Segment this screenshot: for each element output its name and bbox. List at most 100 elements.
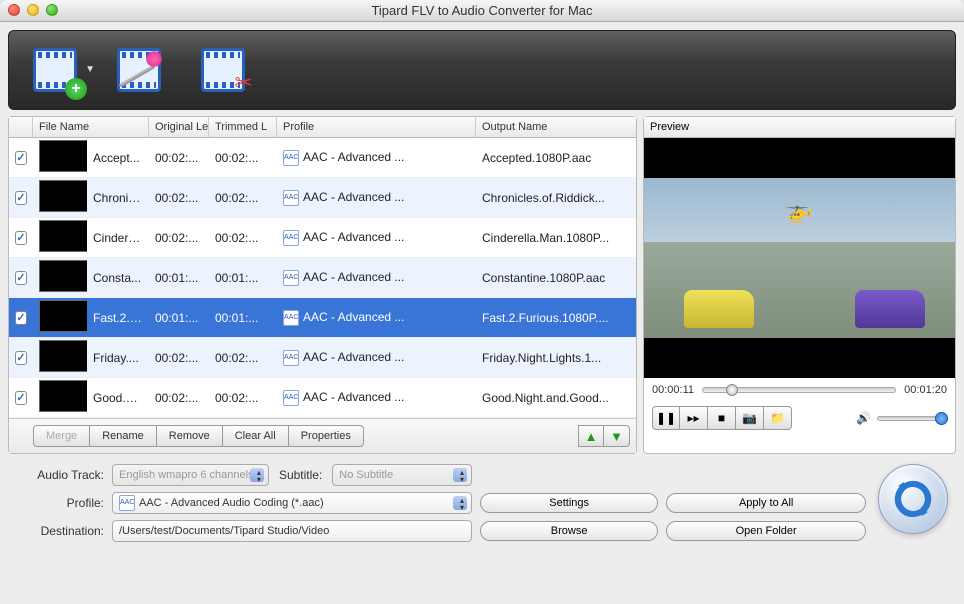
move-up-button[interactable]: ▲	[578, 425, 604, 447]
thumbnail	[39, 180, 87, 212]
row-checkbox[interactable]: ✓	[15, 151, 27, 165]
cell-filename: Friday....	[87, 351, 149, 365]
cell-trimmed: 00:02:...	[209, 391, 277, 405]
aac-icon: AAC	[283, 150, 299, 166]
move-down-button[interactable]: ▼	[604, 425, 630, 447]
cell-original: 00:02:...	[149, 151, 209, 165]
cell-original: 00:02:...	[149, 391, 209, 405]
open-folder-button[interactable]: Open Folder	[666, 521, 866, 541]
main-toolbar: + ▼ ✂	[8, 30, 956, 110]
table-row[interactable]: ✓Fast.2.F...00:01:...00:01:...AACAAC - A…	[9, 298, 636, 338]
row-checkbox[interactable]: ✓	[15, 271, 27, 285]
cell-filename: Accept...	[87, 151, 149, 165]
sparkle-icon	[145, 50, 163, 68]
subtitle-select[interactable]: No Subtitle▴▾	[332, 464, 472, 486]
close-window-button[interactable]	[8, 4, 20, 16]
col-filename[interactable]: File Name	[33, 117, 149, 137]
cell-output: Chronicles.of.Riddick...	[476, 191, 636, 205]
trim-button[interactable]: ✂	[195, 44, 251, 96]
settings-button[interactable]: Settings	[480, 493, 658, 513]
cell-output: Cinderella.Man.1080P...	[476, 231, 636, 245]
col-output-name[interactable]: Output Name	[476, 117, 636, 137]
convert-button[interactable]	[878, 464, 948, 534]
cell-filename: Consta...	[87, 271, 149, 285]
merge-button[interactable]: Merge	[33, 425, 90, 447]
cell-profile: AACAAC - Advanced ...	[277, 150, 476, 166]
cell-profile: AACAAC - Advanced ...	[277, 190, 476, 206]
speaker-icon: 🔊	[856, 411, 871, 425]
car-yellow	[684, 290, 754, 328]
cell-output: Constantine.1080P.aac	[476, 271, 636, 285]
table-row[interactable]: ✓Consta...00:01:...00:01:...AACAAC - Adv…	[9, 258, 636, 298]
profile-select[interactable]: AAC AAC - Advanced Audio Coding (*.aac)▴…	[112, 492, 472, 514]
snapshot-button[interactable]: 📷	[736, 406, 764, 430]
thumbnail	[39, 340, 87, 372]
rename-button[interactable]: Rename	[90, 425, 157, 447]
table-row[interactable]: ✓Chronic...00:02:...00:02:...AACAAC - Ad…	[9, 178, 636, 218]
file-rows: ✓Accept...00:02:...00:02:...AACAAC - Adv…	[9, 138, 636, 418]
volume-knob[interactable]	[935, 412, 948, 425]
remove-button[interactable]: Remove	[157, 425, 223, 447]
cell-output: Good.Night.and.Good...	[476, 391, 636, 405]
table-row[interactable]: ✓Cindere...00:02:...00:02:...AACAAC - Ad…	[9, 218, 636, 258]
properties-button[interactable]: Properties	[289, 425, 364, 447]
row-checkbox[interactable]: ✓	[15, 351, 27, 365]
cell-trimmed: 00:01:...	[209, 271, 277, 285]
scissors-icon: ✂	[235, 70, 253, 96]
plus-icon: +	[65, 78, 87, 100]
volume-slider[interactable]	[877, 416, 947, 421]
stop-button[interactable]: ■	[708, 406, 736, 430]
browse-button[interactable]: Browse	[480, 521, 658, 541]
col-profile[interactable]: Profile	[277, 117, 476, 137]
preview-panel: Preview 🚁 00:00:11 00:01:20 ❚❚ ▸▸	[643, 116, 956, 454]
cell-profile: AACAAC - Advanced ...	[277, 310, 476, 326]
cell-original: 00:02:...	[149, 231, 209, 245]
audio-track-select[interactable]: English wmapro 6 channels▴▾	[112, 464, 269, 486]
cell-trimmed: 00:01:...	[209, 311, 277, 325]
cell-original: 00:02:...	[149, 351, 209, 365]
row-checkbox[interactable]: ✓	[15, 311, 27, 325]
col-original-length[interactable]: Original Le	[149, 117, 209, 137]
total-time: 00:01:20	[904, 384, 947, 396]
row-checkbox[interactable]: ✓	[15, 191, 27, 205]
destination-input[interactable]: /Users/test/Documents/Tipard Studio/Vide…	[112, 520, 472, 542]
thumbnail	[39, 140, 87, 172]
cell-profile: AACAAC - Advanced ...	[277, 390, 476, 406]
open-snapshot-folder-button[interactable]: 📁	[764, 406, 792, 430]
clear-all-button[interactable]: Clear All	[223, 425, 289, 447]
preview-video[interactable]: 🚁	[644, 138, 955, 378]
app-window: Tipard FLV to Audio Converter for Mac + …	[0, 0, 964, 604]
cell-filename: Good.N...	[87, 391, 149, 405]
preview-label: Preview	[644, 117, 955, 138]
thumbnail	[39, 300, 87, 332]
effect-button[interactable]	[111, 44, 167, 96]
thumbnail	[39, 380, 87, 412]
aac-icon: AAC	[283, 310, 299, 326]
folder-icon: 📁	[770, 411, 785, 425]
table-row[interactable]: ✓Friday....00:02:...00:02:...AACAAC - Ad…	[9, 338, 636, 378]
column-headers: File Name Original Le Trimmed L Profile …	[9, 117, 636, 138]
subtitle-label: Subtitle:	[279, 468, 322, 482]
add-file-button[interactable]: + ▼	[27, 44, 83, 96]
pause-button[interactable]: ❚❚	[652, 406, 680, 430]
minimize-window-button[interactable]	[27, 4, 39, 16]
table-row[interactable]: ✓Accept...00:02:...00:02:...AACAAC - Adv…	[9, 138, 636, 178]
row-checkbox[interactable]: ✓	[15, 231, 27, 245]
table-row[interactable]: ✓Good.N...00:02:...00:02:...AACAAC - Adv…	[9, 378, 636, 418]
cell-trimmed: 00:02:...	[209, 151, 277, 165]
current-time: 00:00:11	[652, 384, 694, 396]
seek-slider[interactable]	[702, 387, 896, 393]
cell-trimmed: 00:02:...	[209, 231, 277, 245]
row-checkbox[interactable]: ✓	[15, 391, 27, 405]
camera-icon: 📷	[742, 411, 757, 425]
cell-output: Friday.Night.Lights.1...	[476, 351, 636, 365]
chevron-down-icon[interactable]: ▼	[85, 64, 95, 75]
col-trimmed-length[interactable]: Trimmed L	[209, 117, 277, 137]
seek-knob[interactable]	[726, 384, 738, 396]
apply-to-all-button[interactable]: Apply to All	[666, 493, 866, 513]
zoom-window-button[interactable]	[46, 4, 58, 16]
cell-output: Fast.2.Furious.1080P....	[476, 311, 636, 325]
cell-profile: AACAAC - Advanced ...	[277, 350, 476, 366]
step-forward-button[interactable]: ▸▸	[680, 406, 708, 430]
cell-filename: Fast.2.F...	[87, 311, 149, 325]
